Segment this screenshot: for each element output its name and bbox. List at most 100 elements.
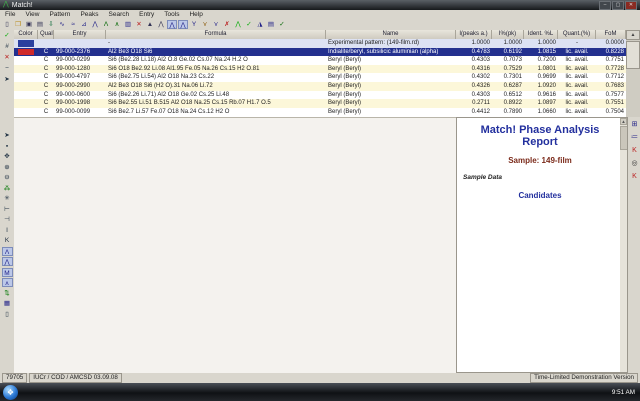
close-button[interactable]: ✕ [625,1,637,10]
cluster-icon[interactable]: ⁂ [2,184,13,193]
column-header[interactable]: Entry [54,30,106,39]
k-red-icon[interactable]: K [629,146,640,155]
menu-peaks[interactable]: Peaks [75,10,103,19]
accept-icon[interactable]: ✓ [244,20,254,29]
accept-entry-icon[interactable]: ✓ [2,31,13,40]
quality-cell: C [38,99,54,108]
data-sheet-icon[interactable]: ⊞ [629,120,640,129]
table-row[interactable]: C99-000-1998Si6 Be2.55 Li.51 B.515 Al2 O… [14,99,626,108]
zoom-in-icon[interactable]: ⊕ [2,163,13,172]
scroll-up-icon[interactable]: ▲ [626,30,640,40]
column-header[interactable]: Color [14,30,38,39]
additional-filter-icon[interactable]: ⋎ [211,20,221,29]
column-header[interactable]: Quant.(%) [558,30,596,39]
show-exp-pattern-icon[interactable]: Λ [2,247,13,256]
entry-number-icon[interactable]: # [2,42,13,51]
column-header[interactable]: Qual. [38,30,54,39]
menu-tools[interactable]: Tools [159,10,184,19]
pattern-icon[interactable]: ▲ [145,20,155,29]
profile-fit-icon[interactable]: ∧ [112,20,122,29]
table-row[interactable]: C99-000-0299Si6 (Be2.28 Li.18) Al2 O.8 G… [14,56,626,65]
maximize-button[interactable]: ▢ [612,1,624,10]
table-row[interactable]: -Experimental pattern: (149-film.rd)1.00… [14,39,626,48]
pointer-icon[interactable]: ➤ [2,131,13,140]
peak-search-icon[interactable]: Λ [101,20,111,29]
diffraction-chart[interactable] [14,118,456,373]
left-limit-icon[interactable]: ⊢ [2,205,13,214]
menu-entry[interactable]: Entry [134,10,159,19]
restraints-icon[interactable]: Y [189,20,199,29]
subtract-background-icon[interactable]: ⊿ [79,20,89,29]
candidate-list-icon[interactable]: ⋀ [233,20,243,29]
table-row[interactable]: C99-000-2990Al2 Be3 O18 Si6 (H2 O).31 Na… [14,82,626,91]
search-match-alt-icon[interactable]: ⋀ [178,20,188,29]
swap-axes-icon[interactable]: ⇅ [2,289,13,298]
column-header[interactable]: Ident. %L [524,30,558,39]
pan-hand-icon[interactable]: ✥ [2,152,13,161]
table-row[interactable]: C99-000-1280Si6 O18 Be2.92 Li.08 Al1.95 … [14,65,626,74]
quantify-icon[interactable]: ◮ [255,20,265,29]
column-header[interactable]: Formula [106,30,326,39]
remove-entry-icon[interactable]: − [2,64,13,73]
stop-icon[interactable]: ▪ [2,142,13,151]
report-scrollbar[interactable]: ▲ [620,118,627,372]
search-match-icon[interactable]: ⋀ [167,20,177,29]
candidate-list-table[interactable]: ColorQual.EntryFormulaNameI(peaks a.)I%(… [14,30,626,117]
table-row[interactable]: C99-000-4797Si6 (Be2.75 Li.54) Al2 O18 N… [14,73,626,82]
strip-alpha2-icon[interactable]: ⋀ [90,20,100,29]
right-limit-icon[interactable]: ⊣ [2,215,13,224]
menu-view[interactable]: View [20,10,44,19]
menu-help[interactable]: Help [184,10,207,19]
zoom-out-icon[interactable]: ⊖ [2,173,13,182]
clear-filter-icon[interactable]: ✗ [222,20,232,29]
peak-data-icon[interactable]: ⋀ [156,20,166,29]
clock[interactable]: 9:51 AM [612,389,635,396]
k2-red-icon[interactable]: K [629,172,640,181]
report-icon[interactable]: ▤ [266,20,276,29]
candidate-list-scrollbar[interactable]: ▲ [626,30,640,117]
delete-entry-icon[interactable]: ✕ [2,53,13,62]
smooth-data-icon[interactable]: ≈ [68,20,78,29]
select-cursor-icon[interactable]: ➤ [2,75,13,84]
table-row[interactable]: C99-000-0600Si6 (Be2.26 Li.71) Al2 O18 G… [14,91,626,100]
match-application-window: ⋀ Match! – ▢ ✕ FileViewPatternPeaksSearc… [0,0,640,401]
copy-chart-icon[interactable]: ▯ [2,310,13,319]
asterisk-icon[interactable]: ✳ [2,194,13,203]
open-file-icon[interactable]: ❒ [13,20,23,29]
report-scroll-thumb[interactable] [620,126,628,150]
column-header[interactable]: FoM [596,30,626,39]
show-peaks-icon[interactable]: M [2,268,13,277]
minimize-button[interactable]: – [599,1,611,10]
table-row[interactable]: C99-000-0099Si6 Be2.7 Li.57 Fe.07 O18 Na… [14,108,626,117]
show-markers-icon[interactable]: ʌ [2,278,13,287]
column-header[interactable]: I%(pk) [492,30,524,39]
film-icon[interactable]: ▦ [2,299,13,308]
ibeam-icon[interactable]: I [2,226,13,235]
delete-pattern-icon[interactable]: ✕ [134,20,144,29]
diffraction-pattern-panel[interactable] [14,117,456,374]
k-tool-icon[interactable]: K [2,236,13,245]
menu-search[interactable]: Search [104,10,135,19]
column-header[interactable]: Name [326,30,456,39]
scroll-thumb[interactable] [626,41,640,69]
value-cell: 0.8922 [492,99,524,108]
menu-file[interactable]: File [0,10,20,19]
bar-chart-icon[interactable]: ▥ [123,20,133,29]
show-calc-pattern-icon[interactable]: ⋀ [2,257,13,266]
table-row[interactable]: C99-000-2376Al2 Be3 O18 Si6Indialite/ber… [14,48,626,57]
title-bar[interactable]: ⋀ Match! – ▢ ✕ [0,0,640,10]
start-button[interactable]: ❖ [3,385,18,400]
new-file-icon[interactable]: ▯ [2,20,12,29]
import-data-icon[interactable]: ⇩ [46,20,56,29]
raw-data-icon[interactable]: ∿ [57,20,67,29]
menu-pattern[interactable]: Pattern [44,10,75,19]
report-scroll-up-icon[interactable]: ▲ [620,118,627,125]
print-icon[interactable]: ▤ [35,20,45,29]
filter-icon[interactable]: ⋎ [200,20,210,29]
entry-list-icon[interactable]: ≔ [629,133,640,142]
binoculars-icon[interactable]: ◎ [629,159,640,168]
value-cell: 0.7551 [596,99,626,108]
options-check-icon[interactable]: ✓ [277,20,287,29]
save-icon[interactable]: ▣ [24,20,34,29]
column-header[interactable]: I(peaks a.) [456,30,492,39]
